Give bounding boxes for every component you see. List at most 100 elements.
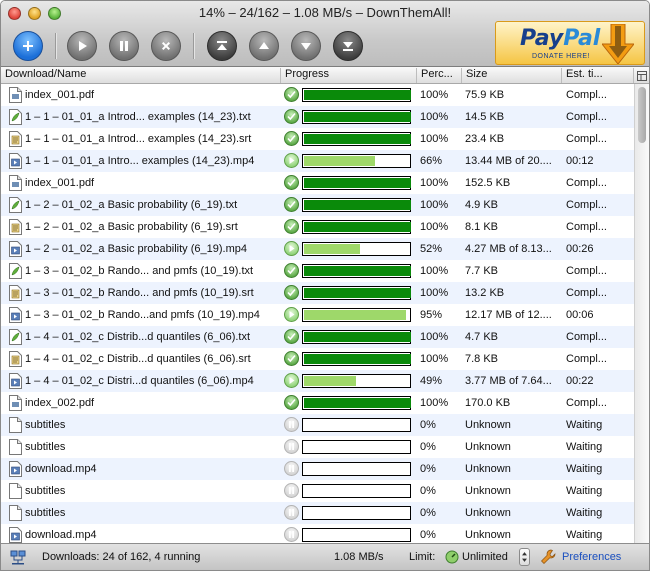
download-row[interactable]: 1 – 2 – 01_02_a Basic probability (6_19)…	[1, 238, 634, 260]
speed-limit-stepper[interactable]	[519, 548, 530, 566]
video-file-icon	[9, 307, 22, 323]
download-row[interactable]: download.mp4 0% Unknown Waiting	[1, 458, 634, 480]
progress-bar	[302, 286, 411, 300]
column-header-percent[interactable]: Perc...	[417, 68, 462, 83]
download-est-time: 00:26	[566, 243, 594, 255]
pdf-file-icon	[9, 395, 22, 411]
title-toolbar: 14% – 24/162 – 1.08 MB/s – DownThemAll! …	[1, 1, 649, 67]
pdf-file-icon	[9, 87, 22, 103]
download-row[interactable]: 1 – 4 – 01_02_c Distrib...d quantiles (6…	[1, 326, 634, 348]
blank-file-icon	[9, 417, 22, 433]
window-title: 14% – 24/162 – 1.08 MB/s – DownThemAll!	[198, 5, 452, 20]
download-row[interactable]: subtitles 0% Unknown Waiting	[1, 414, 634, 436]
running-status-icon	[284, 373, 299, 388]
subtitle-file-icon	[9, 285, 22, 301]
download-size: 3.77 MB of 7.64...	[465, 375, 552, 387]
move-up-button[interactable]	[249, 31, 279, 61]
wrench-icon	[541, 549, 556, 564]
download-row[interactable]: 1 – 3 – 01_02_b Rando... and pmfs (10_19…	[1, 260, 634, 282]
download-row[interactable]: 1 – 3 – 01_02_b Rando...and pmfs (10_19)…	[1, 304, 634, 326]
completed-status-icon	[284, 329, 299, 344]
download-percent: 0%	[420, 529, 436, 541]
video-file-icon	[9, 153, 22, 169]
download-row[interactable]: index_002.pdf 100% 170.0 KB Compl...	[1, 392, 634, 414]
download-est-time: Waiting	[566, 441, 603, 453]
download-row[interactable]: index_001.pdf 100% 152.5 KB Compl...	[1, 172, 634, 194]
download-percent: 0%	[420, 485, 436, 497]
download-name: 1 – 3 – 01_02_b Rando... and pmfs (10_19…	[25, 265, 254, 277]
download-row[interactable]: 1 – 2 – 01_02_a Basic probability (6_19)…	[1, 194, 634, 216]
download-row[interactable]: 1 – 4 – 01_02_c Distri...d quantiles (6_…	[1, 370, 634, 392]
column-header-size[interactable]: Size	[462, 68, 562, 83]
pause-small-icon	[289, 465, 294, 472]
progress-fill	[304, 244, 360, 254]
download-size: 23.4 KB	[465, 133, 505, 145]
vertical-scrollbar[interactable]	[634, 84, 649, 544]
column-header-progress[interactable]: Progress	[281, 68, 417, 83]
download-row[interactable]: 1 – 1 – 01_01_a Introd... examples (14_2…	[1, 106, 634, 128]
scrollbar-thumb[interactable]	[638, 87, 646, 143]
download-name: 1 – 1 – 01_01_a Intro... examples (14_23…	[25, 155, 255, 167]
progress-fill	[304, 288, 411, 298]
progress-bar	[302, 330, 411, 344]
text-file-icon	[9, 197, 22, 213]
progress-fill	[304, 178, 411, 188]
download-percent: 100%	[420, 111, 449, 123]
download-size: Unknown	[465, 507, 511, 519]
download-size: 13.44 MB of 20....	[465, 155, 552, 167]
download-est-time: Waiting	[566, 485, 603, 497]
download-name: subtitles	[25, 441, 66, 453]
preferences-link[interactable]: Preferences	[562, 551, 621, 563]
waiting-status-icon	[284, 461, 299, 476]
download-row[interactable]: subtitles 0% Unknown Waiting	[1, 436, 634, 458]
download-percent: 100%	[420, 199, 449, 211]
download-est-time: Waiting	[566, 529, 603, 541]
download-row[interactable]: 1 – 1 – 01_01_a Introd... examples (14_2…	[1, 128, 634, 150]
running-status-icon	[284, 307, 299, 322]
check-icon	[287, 222, 296, 231]
download-row[interactable]: 1 – 2 – 01_02_a Basic probability (6_19)…	[1, 216, 634, 238]
download-row[interactable]: 1 – 1 – 01_01_a Intro... examples (14_23…	[1, 150, 634, 172]
download-percent: 100%	[420, 265, 449, 277]
download-percent: 0%	[420, 463, 436, 475]
column-header-name[interactable]: Download/Name	[1, 68, 281, 83]
download-size: Unknown	[465, 419, 511, 431]
column-header-est-time[interactable]: Est. ti...	[562, 68, 634, 83]
download-row[interactable]: subtitles 0% Unknown Waiting	[1, 480, 634, 502]
progress-bar	[302, 308, 411, 322]
download-percent: 0%	[420, 419, 436, 431]
blank-file-icon	[9, 483, 22, 499]
download-row[interactable]: download.mp4 0% Unknown Waiting	[1, 524, 634, 544]
pause-button[interactable]	[109, 31, 139, 61]
download-size: 8.1 KB	[465, 221, 499, 233]
speed-limit-value[interactable]: Unlimited	[462, 551, 508, 563]
waiting-status-icon	[284, 417, 299, 432]
download-row[interactable]: index_001.pdf 100% 75.9 KB Compl...	[1, 84, 634, 106]
text-file-icon	[9, 263, 22, 279]
download-est-time: 00:06	[566, 309, 594, 321]
download-row[interactable]: 1 – 4 – 01_02_c Distrib...d quantiles (6…	[1, 348, 634, 370]
progress-fill	[304, 200, 411, 210]
progress-bar	[302, 374, 411, 388]
download-est-time: Compl...	[566, 331, 607, 343]
download-row[interactable]: subtitles 0% Unknown Waiting	[1, 502, 634, 524]
download-name: 1 – 4 – 01_02_c Distrib...d quantiles (6…	[25, 353, 251, 365]
add-download-button[interactable]	[13, 31, 43, 61]
completed-status-icon	[284, 263, 299, 278]
download-size: 4.9 KB	[465, 199, 499, 211]
resume-button[interactable]	[67, 31, 97, 61]
paypal-donate-banner[interactable]: PayPal DONATE HERE!	[495, 21, 645, 65]
progress-bar	[302, 242, 411, 256]
move-down-button[interactable]	[291, 31, 321, 61]
progress-bar	[302, 440, 411, 454]
download-est-time: Compl...	[566, 221, 607, 233]
download-row[interactable]: 1 – 3 – 01_02_b Rando... and pmfs (10_19…	[1, 282, 634, 304]
check-icon	[287, 332, 296, 341]
move-top-button[interactable]	[207, 31, 237, 61]
subtitle-file-icon	[9, 351, 22, 367]
completed-status-icon	[284, 197, 299, 212]
column-picker-button[interactable]	[635, 67, 649, 84]
progress-fill	[304, 354, 411, 364]
cancel-button[interactable]	[151, 31, 181, 61]
move-bottom-button[interactable]	[333, 31, 363, 61]
